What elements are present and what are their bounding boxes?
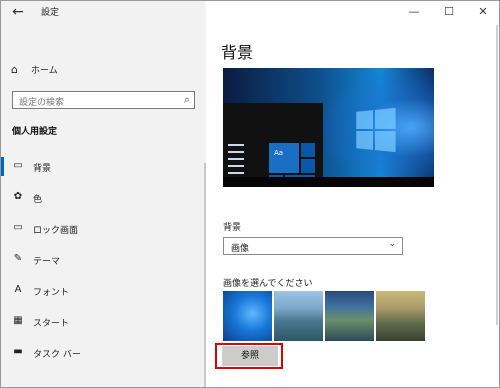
main-content: 背景 Aa 背景 画像 ⌄ 画像を選んでください 参照: [206, 23, 499, 387]
sidebar-item-label: タスク バー: [33, 350, 81, 360]
background-type-value: 画像: [231, 244, 250, 254]
start-icon: ▦: [13, 315, 23, 326]
sidebar-item-fonts[interactable]: A フォント: [1, 275, 206, 306]
sidebar-item-colors[interactable]: ✿ 色: [1, 182, 206, 213]
theme-icon: ✎: [13, 253, 23, 264]
windows-logo-icon: [356, 107, 396, 153]
background-type-dropdown[interactable]: 画像 ⌄: [223, 237, 403, 255]
sidebar-home-label: ホーム: [31, 66, 58, 76]
sidebar-item-background[interactable]: ▭ 背景: [1, 151, 206, 182]
background-label: 背景: [223, 223, 242, 233]
settings-window: ← 設定 — ☐ ✕ ⌂ ホーム 設定の検索 ⌕ 個人用設定 ▭ 背景 ✿ 色 ▭…: [0, 0, 500, 388]
sidebar-item-label: 色: [33, 195, 43, 205]
font-icon: A: [14, 284, 22, 295]
taskbar-icon: ▬: [13, 346, 23, 357]
sidebar-item-start[interactable]: ▦ スタート: [1, 306, 206, 337]
minimize-icon[interactable]: —: [397, 1, 431, 23]
home-icon: ⌂: [11, 63, 18, 76]
content-scrollbar[interactable]: [496, 25, 498, 325]
search-placeholder: 設定の検索: [19, 98, 65, 108]
thumbnail-coast-rocks[interactable]: [274, 291, 323, 341]
search-input[interactable]: 設定の検索 ⌕: [12, 91, 195, 109]
preview-tile-text: Aa: [274, 149, 284, 157]
title-bar-left: [1, 1, 206, 23]
preview-taskbar: [223, 177, 434, 187]
sidebar-item-themes[interactable]: ✎ テーマ: [1, 244, 206, 275]
maximize-icon[interactable]: ☐: [432, 1, 466, 23]
picture-thumbnails: [223, 291, 426, 341]
preview-tile: [301, 143, 315, 157]
chevron-down-icon: ⌄: [388, 239, 396, 249]
sidebar-nav: ▭ 背景 ✿ 色 ▭ ロック画面 ✎ テーマ A フォント ▦ スタート ▬ タ…: [1, 151, 206, 368]
sidebar-item-label: 背景: [33, 164, 52, 174]
lock-screen-icon: ▭: [13, 222, 23, 233]
title-bar: ← 設定 — ☐ ✕: [1, 1, 499, 23]
sidebar-item-label: スタート: [33, 319, 70, 329]
thumbnail-windows-blue[interactable]: [223, 291, 272, 341]
sidebar-item-lock-screen[interactable]: ▭ ロック画面: [1, 213, 206, 244]
thumbnail-lake-mountains[interactable]: [325, 291, 374, 341]
background-preview: Aa: [223, 68, 434, 187]
preview-tile: [269, 143, 299, 173]
window-title: 設定: [41, 8, 60, 18]
sidebar-item-label: ロック画面: [33, 226, 79, 236]
picture-icon: ▭: [13, 160, 23, 171]
choose-picture-label: 画像を選んでください: [223, 279, 313, 289]
palette-icon: ✿: [13, 191, 23, 202]
close-icon[interactable]: ✕: [466, 1, 499, 23]
search-icon[interactable]: ⌕: [184, 93, 190, 107]
sidebar-item-label: テーマ: [33, 257, 61, 267]
back-arrow-icon[interactable]: ←: [7, 2, 29, 22]
browse-button[interactable]: 参照: [222, 346, 278, 366]
preview-tile: [301, 159, 315, 173]
page-title: 背景: [221, 43, 254, 62]
thumbnail-golden-hills[interactable]: [376, 291, 425, 341]
sidebar-item-taskbar[interactable]: ▬ タスク バー: [1, 337, 206, 368]
sidebar: ⌂ ホーム 設定の検索 ⌕ 個人用設定 ▭ 背景 ✿ 色 ▭ ロック画面 ✎ テー…: [1, 23, 206, 387]
sidebar-item-label: フォント: [33, 288, 70, 298]
preview-start-menu: Aa: [223, 103, 323, 187]
sidebar-home[interactable]: ⌂ ホーム: [11, 63, 58, 77]
sidebar-section-title: 個人用設定: [12, 127, 58, 137]
